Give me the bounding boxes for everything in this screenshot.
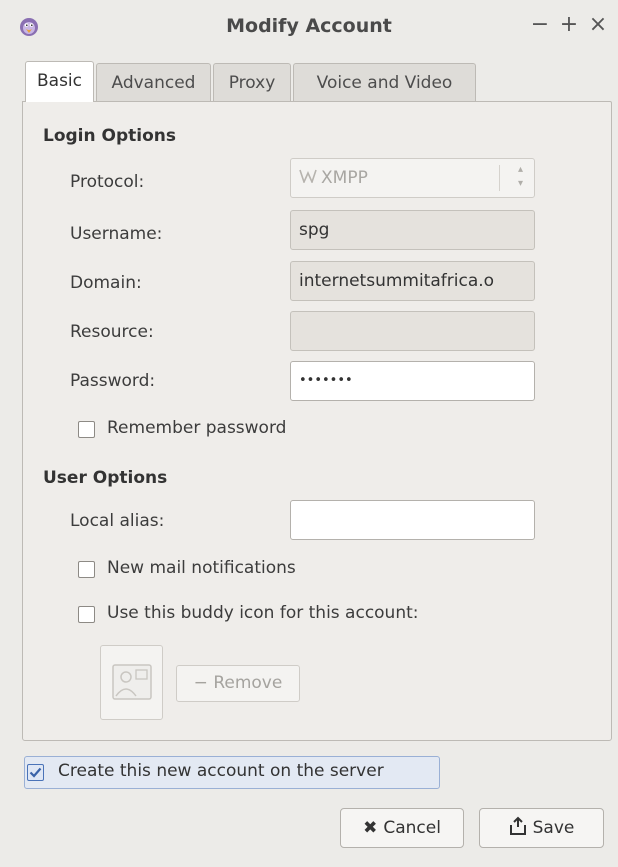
protocol-label: Protocol: xyxy=(70,172,145,192)
chevron-updown-icon: ▴ ▾ xyxy=(517,164,523,189)
new-mail-notifications-label[interactable]: New mail notifications xyxy=(107,558,296,578)
password-field[interactable]: ••••••• xyxy=(290,361,535,401)
remove-label: Remove xyxy=(213,673,283,693)
remember-password-checkbox[interactable] xyxy=(78,421,95,438)
create-account-toggle[interactable]: Create this new account on the server xyxy=(24,756,440,789)
maximize-icon[interactable]: + xyxy=(558,12,580,38)
protocol-value: XMPP xyxy=(321,168,368,188)
username-field[interactable]: spg xyxy=(290,210,535,250)
window-title: Modify Account xyxy=(226,15,392,37)
save-label: Save xyxy=(532,818,575,838)
save-button[interactable]: Save xyxy=(479,808,604,848)
domain-field[interactable]: internetsummitafrica.o xyxy=(290,261,535,301)
domain-label: Domain: xyxy=(70,273,142,293)
cancel-label: Cancel xyxy=(383,818,441,838)
protocol-select[interactable]: XMPP ▴ ▾ xyxy=(290,158,535,198)
create-account-checkbox[interactable] xyxy=(27,764,44,781)
buddy-icon-checkbox[interactable] xyxy=(78,606,95,623)
close-icon[interactable]: × xyxy=(587,12,609,38)
checkmark-icon xyxy=(29,767,42,778)
cancel-x-icon: ✖ xyxy=(363,818,378,838)
image-placeholder-icon xyxy=(112,664,152,705)
resource-label: Resource: xyxy=(70,322,154,342)
minus-icon: − xyxy=(193,673,208,693)
save-icon xyxy=(509,812,527,850)
create-account-label: Create this new account on the server xyxy=(58,761,384,781)
cancel-button[interactable]: ✖ Cancel xyxy=(340,808,464,848)
password-label: Password: xyxy=(70,371,156,391)
combo-separator xyxy=(499,165,500,191)
new-mail-notifications-checkbox[interactable] xyxy=(78,561,95,578)
remove-buddy-icon-button[interactable]: − Remove xyxy=(176,665,300,702)
login-options-heading: Login Options xyxy=(43,126,177,146)
remember-password-label[interactable]: Remember password xyxy=(107,418,286,438)
tab-advanced[interactable]: Advanced xyxy=(96,63,211,101)
username-label: Username: xyxy=(70,224,163,244)
xmpp-protocol-icon xyxy=(299,159,319,197)
tab-basic[interactable]: Basic xyxy=(25,61,94,102)
tab-voice-and-video[interactable]: Voice and Video xyxy=(293,63,476,101)
buddy-icon-label[interactable]: Use this buddy icon for this account: xyxy=(107,603,419,623)
resource-field[interactable] xyxy=(290,311,535,351)
local-alias-label: Local alias: xyxy=(70,511,165,531)
minimize-icon[interactable]: − xyxy=(529,12,551,38)
buddy-icon-button[interactable] xyxy=(100,645,163,720)
local-alias-field[interactable] xyxy=(290,500,535,540)
user-options-heading: User Options xyxy=(43,468,168,488)
tab-proxy[interactable]: Proxy xyxy=(213,63,291,101)
